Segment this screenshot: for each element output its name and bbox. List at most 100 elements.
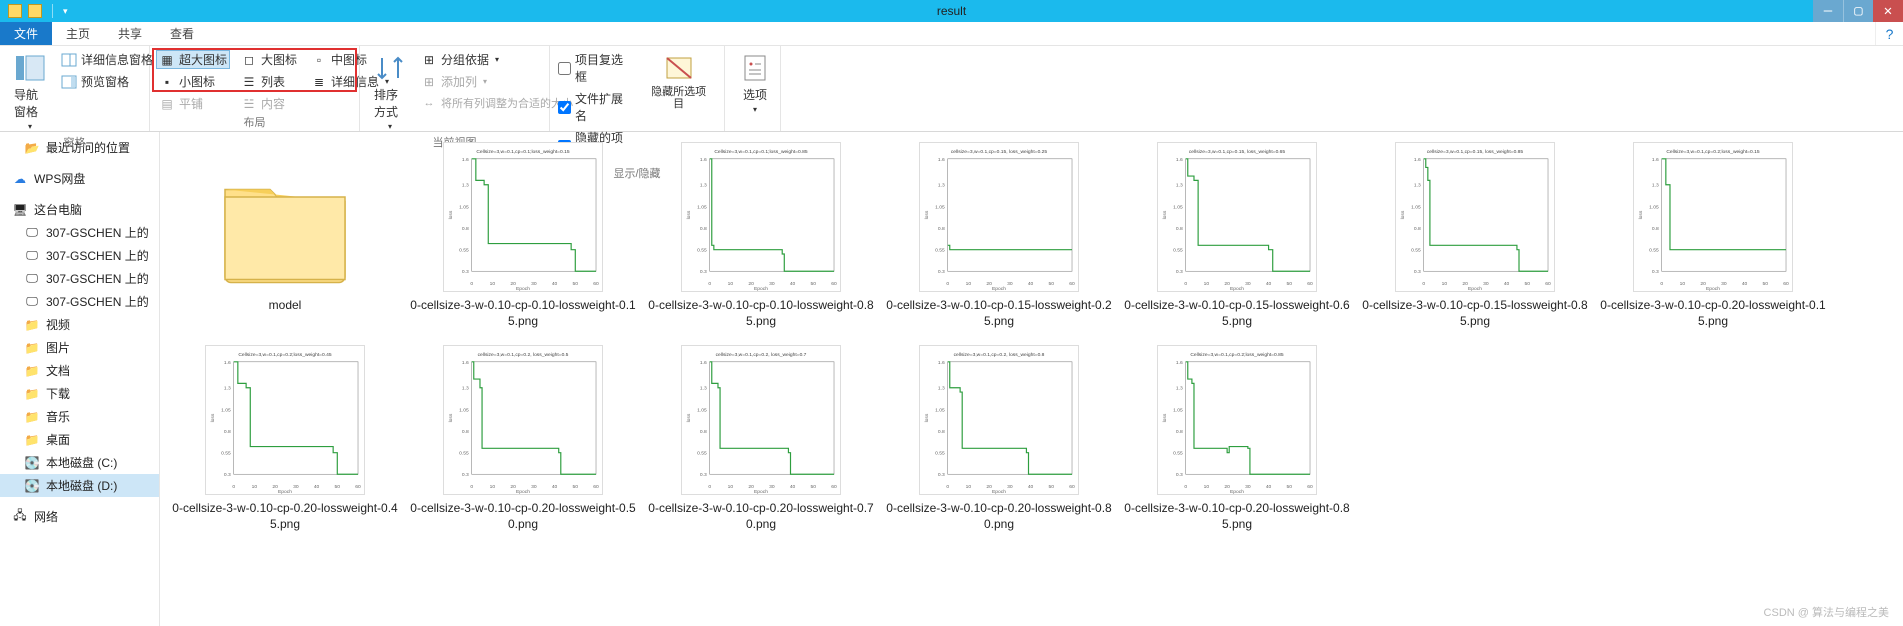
file-list[interactable]: model Cellsize=3,w=0.1,cp=0.1;loss_weigh… bbox=[160, 132, 1903, 626]
nav-disk-d[interactable]: 💽本地磁盘 (D:) bbox=[0, 474, 159, 497]
nav-desktop[interactable]: 📁桌面 bbox=[0, 428, 159, 451]
svg-text:10: 10 bbox=[252, 484, 258, 490]
sort-button[interactable]: 排序方式▾ bbox=[366, 50, 414, 133]
file-item[interactable]: Cellsize=3,w=0.1,cp=0.2;loss_weight=0.45… bbox=[166, 345, 404, 532]
svg-text:Epoch: Epoch bbox=[992, 489, 1006, 494]
svg-text:60: 60 bbox=[355, 484, 361, 490]
view-content[interactable]: ☱内容 bbox=[238, 94, 300, 113]
nav-gs3[interactable]: 🖵307-GSCHEN 上的 bbox=[0, 267, 159, 290]
tab-view[interactable]: 查看 bbox=[156, 22, 208, 45]
preview-pane-button[interactable]: 预览窗格 bbox=[58, 72, 156, 91]
detail-pane-button[interactable]: 详细信息窗格 bbox=[58, 50, 156, 69]
help-icon[interactable]: ? bbox=[1875, 22, 1903, 45]
nav-gs2[interactable]: 🖵307-GSCHEN 上的 bbox=[0, 244, 159, 267]
file-item[interactable]: cellsize=3,w=0.1,cp=0.2, loss_weight=0.7… bbox=[642, 345, 880, 532]
svg-text:0.55: 0.55 bbox=[697, 451, 707, 457]
svg-text:20: 20 bbox=[1462, 281, 1468, 287]
file-name: 0-cellsize-3-w-0.10-cp-0.15-lossweight-0… bbox=[1122, 298, 1352, 329]
layout-group-label: 布局 bbox=[156, 113, 353, 131]
fit-cols-icon: ↔ bbox=[421, 95, 437, 111]
tab-file[interactable]: 文件 bbox=[0, 22, 52, 45]
file-name: 0-cellsize-3-w-0.10-cp-0.20-lossweight-0… bbox=[170, 501, 400, 532]
file-item[interactable]: Cellsize=3,w=0.1,cp=0.1;loss_weight=0.85… bbox=[642, 142, 880, 329]
nav-pictures[interactable]: 📁图片 bbox=[0, 336, 159, 359]
svg-text:1.3: 1.3 bbox=[1414, 183, 1421, 189]
nav-wps[interactable]: ☁WPS网盘 bbox=[0, 167, 159, 190]
svg-text:10: 10 bbox=[1680, 281, 1686, 287]
svg-text:1.6: 1.6 bbox=[462, 157, 469, 163]
svg-text:0.3: 0.3 bbox=[1176, 472, 1183, 478]
svg-text:0: 0 bbox=[1184, 281, 1187, 287]
file-item[interactable]: Cellsize=3,w=0.1,cp=0.2;loss_weight=0.15… bbox=[1594, 142, 1832, 329]
chk-extensions[interactable]: 文件扩展名 bbox=[556, 89, 633, 125]
svg-text:1.6: 1.6 bbox=[224, 360, 231, 366]
tab-share[interactable]: 共享 bbox=[104, 22, 156, 45]
file-item[interactable]: cellsize=3,w=0.1,cp=0.15, loss_weight=0.… bbox=[880, 142, 1118, 329]
svg-text:40: 40 bbox=[552, 281, 558, 287]
options-button[interactable]: 选项▾ bbox=[731, 50, 779, 116]
svg-text:0.3: 0.3 bbox=[1414, 269, 1421, 275]
svg-text:20: 20 bbox=[748, 281, 754, 287]
nav-thispc[interactable]: 🖥这台电脑 bbox=[0, 198, 159, 221]
chk-item-checkboxes[interactable]: 项目复选框 bbox=[556, 50, 633, 86]
svg-text:50: 50 bbox=[811, 484, 817, 490]
file-item[interactable]: Cellsize=3,w=0.1,cp=0.1;loss_weight=0.15… bbox=[404, 142, 642, 329]
file-item[interactable]: Cellsize=3,w=0.1,cp=0.2;loss_weight=0.85… bbox=[1118, 345, 1356, 532]
view-tiles[interactable]: ▤平铺 bbox=[156, 94, 230, 113]
monitor-icon: 🖵 bbox=[24, 225, 40, 241]
extra-large-icon: ▦ bbox=[159, 52, 175, 68]
view-large[interactable]: ◻大图标 bbox=[238, 50, 300, 69]
nav-videos[interactable]: 📁视频 bbox=[0, 313, 159, 336]
tab-home[interactable]: 主页 bbox=[52, 22, 104, 45]
nav-pane-button[interactable]: 导航窗格 ▾ bbox=[6, 50, 54, 133]
nav-downloads[interactable]: 📁下载 bbox=[0, 382, 159, 405]
file-name: 0-cellsize-3-w-0.10-cp-0.20-lossweight-0… bbox=[884, 501, 1114, 532]
file-item[interactable]: cellsize=3,w=0.1,cp=0.2, loss_weight=0.5… bbox=[404, 345, 642, 532]
svg-text:1.05: 1.05 bbox=[459, 408, 469, 414]
view-small[interactable]: ▪小图标 bbox=[156, 72, 230, 91]
svg-text:10: 10 bbox=[1204, 484, 1210, 490]
svg-text:1.6: 1.6 bbox=[1176, 157, 1183, 163]
svg-text:1.05: 1.05 bbox=[1411, 204, 1421, 210]
content-icon: ☱ bbox=[241, 96, 257, 112]
svg-text:0.8: 0.8 bbox=[1176, 429, 1183, 435]
sort-icon bbox=[374, 52, 406, 84]
svg-text:cellsize=3,w=0.1,cp=0.15, loss: cellsize=3,w=0.1,cp=0.15, loss_weight=0.… bbox=[1189, 149, 1286, 155]
svg-text:0.55: 0.55 bbox=[459, 248, 469, 254]
folder-item[interactable]: model bbox=[166, 142, 404, 329]
nav-documents[interactable]: 📁文档 bbox=[0, 359, 159, 382]
svg-text:0.55: 0.55 bbox=[221, 451, 231, 457]
svg-text:0.8: 0.8 bbox=[462, 429, 469, 435]
qat-dropdown-icon[interactable]: ▾ bbox=[63, 6, 68, 17]
nav-disk-c[interactable]: 💽本地磁盘 (C:) bbox=[0, 451, 159, 474]
navigation-pane[interactable]: 📂最近访问的位置 ☁WPS网盘 🖥这台电脑 🖵307-GSCHEN 上的 🖵30… bbox=[0, 132, 160, 626]
view-list[interactable]: ☰列表 bbox=[238, 72, 300, 91]
file-item[interactable]: cellsize=3,w=0.1,cp=0.15, loss_weight=0.… bbox=[1356, 142, 1594, 329]
nav-music[interactable]: 📁音乐 bbox=[0, 405, 159, 428]
svg-text:1.6: 1.6 bbox=[1176, 360, 1183, 366]
svg-text:40: 40 bbox=[1266, 281, 1272, 287]
svg-text:1.05: 1.05 bbox=[1173, 408, 1183, 414]
file-item[interactable]: cellsize=3,w=0.1,cp=0.2, loss_weight=0.8… bbox=[880, 345, 1118, 532]
maximize-button[interactable]: ▢ bbox=[1843, 0, 1873, 22]
file-name: 0-cellsize-3-w-0.10-cp-0.20-lossweight-0… bbox=[408, 501, 638, 532]
svg-text:20: 20 bbox=[510, 281, 516, 287]
svg-text:60: 60 bbox=[1069, 484, 1075, 490]
view-extra-large[interactable]: ▦超大图标 bbox=[156, 50, 230, 69]
svg-text:10: 10 bbox=[1204, 281, 1210, 287]
svg-text:0.8: 0.8 bbox=[224, 429, 231, 435]
close-button[interactable]: ✕ bbox=[1873, 0, 1903, 22]
file-name: 0-cellsize-3-w-0.10-cp-0.10-lossweight-0… bbox=[646, 298, 876, 329]
nav-gs4[interactable]: 🖵307-GSCHEN 上的 bbox=[0, 290, 159, 313]
svg-text:40: 40 bbox=[1504, 281, 1510, 287]
music-folder-icon: 📁 bbox=[24, 409, 40, 425]
svg-text:50: 50 bbox=[335, 484, 341, 490]
minimize-button[interactable]: — bbox=[1813, 0, 1843, 22]
file-item[interactable]: cellsize=3,w=0.1,cp=0.15, loss_weight=0.… bbox=[1118, 142, 1356, 329]
nav-gs1[interactable]: 🖵307-GSCHEN 上的 bbox=[0, 221, 159, 244]
nav-pane-label: 导航窗格 bbox=[14, 86, 46, 120]
nav-network[interactable]: 🖧网络 bbox=[0, 505, 159, 528]
ribbon: 导航窗格 ▾ 详细信息窗格 预览窗格 窗格 ▦超大图标 ▪小图标 ▤平铺 bbox=[0, 46, 1903, 132]
hide-selected-button[interactable]: 隐藏所选项目 bbox=[639, 50, 718, 112]
svg-text:0.8: 0.8 bbox=[1414, 226, 1421, 232]
